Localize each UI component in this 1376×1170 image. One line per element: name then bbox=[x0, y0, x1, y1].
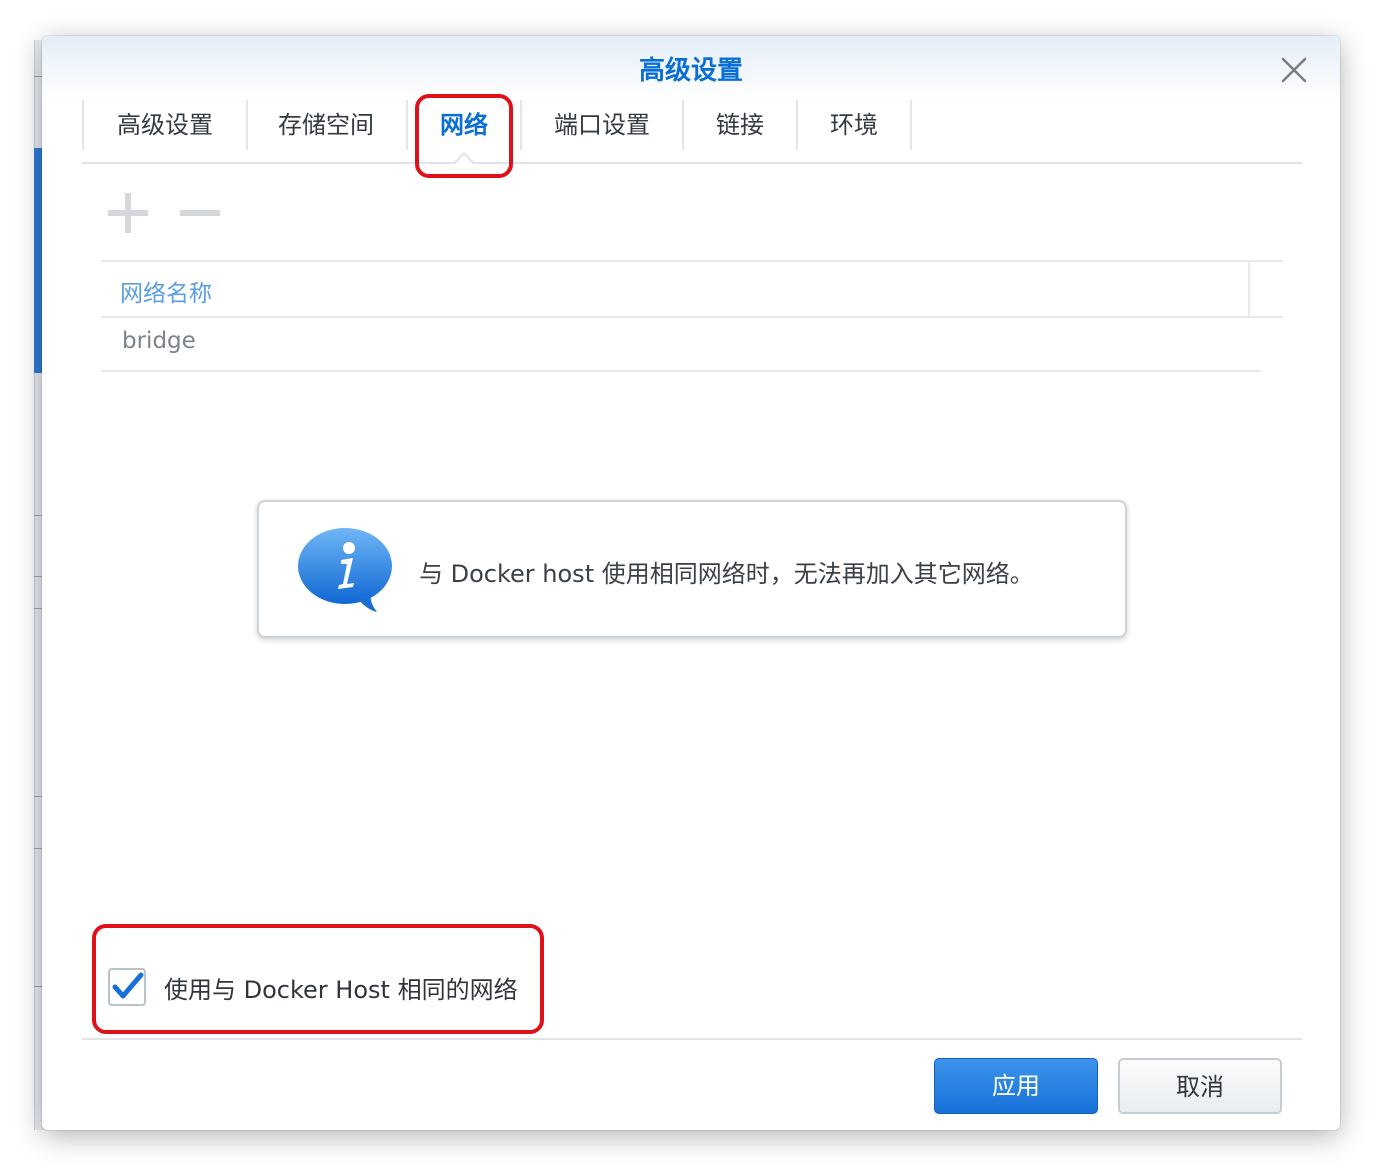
table-header: 网络名称 bbox=[101, 260, 1283, 318]
plus-icon bbox=[108, 193, 148, 233]
tab-advanced-settings[interactable]: 高级设置 bbox=[82, 100, 248, 150]
background-window-accent bbox=[34, 148, 42, 373]
info-message-box: 与 Docker host 使用相同网络时，无法再加入其它网络。 bbox=[257, 500, 1127, 638]
tab-bar: 高级设置 存储空间 网络 端口设置 链接 环境 bbox=[82, 100, 1302, 164]
close-icon bbox=[1281, 57, 1307, 83]
tab-label: 高级设置 bbox=[117, 111, 213, 139]
tab-label: 链接 bbox=[716, 111, 764, 139]
tab-storage[interactable]: 存储空间 bbox=[246, 100, 408, 150]
remove-network-button[interactable] bbox=[177, 190, 223, 236]
tab-environment[interactable]: 环境 bbox=[798, 100, 912, 150]
info-bubble-icon bbox=[297, 526, 397, 614]
tab-links[interactable]: 链接 bbox=[684, 100, 798, 150]
column-divider bbox=[1248, 262, 1250, 316]
checkbox-highlight-annotation bbox=[92, 924, 544, 1034]
tab-highlight-annotation bbox=[415, 94, 513, 178]
info-message: 与 Docker host 使用相同网络时，无法再加入其它网络。 bbox=[419, 560, 1034, 588]
tab-label: 端口设置 bbox=[554, 111, 650, 139]
column-header-network-name[interactable]: 网络名称 bbox=[120, 274, 212, 308]
close-button[interactable] bbox=[1278, 54, 1310, 86]
tab-label: 存储空间 bbox=[278, 111, 374, 139]
apply-button[interactable]: 应用 bbox=[934, 1058, 1098, 1114]
minus-icon bbox=[180, 210, 220, 216]
network-table: 网络名称 bridge bbox=[101, 260, 1283, 372]
footer-divider bbox=[82, 1038, 1302, 1040]
advanced-settings-dialog: 高级设置 高级设置 存储空间 网络 端口设置 链接 环境 网络名称 bridge… bbox=[42, 36, 1340, 1130]
network-name-cell: bridge bbox=[122, 328, 196, 354]
table-row[interactable]: bridge bbox=[101, 316, 1261, 372]
dialog-title: 高级设置 bbox=[638, 56, 743, 86]
add-network-button[interactable] bbox=[105, 190, 151, 236]
dialog-titlebar: 高级设置 bbox=[42, 36, 1340, 100]
tab-label: 环境 bbox=[830, 111, 878, 139]
tab-port-settings[interactable]: 端口设置 bbox=[522, 100, 684, 150]
cancel-button[interactable]: 取消 bbox=[1118, 1058, 1282, 1114]
